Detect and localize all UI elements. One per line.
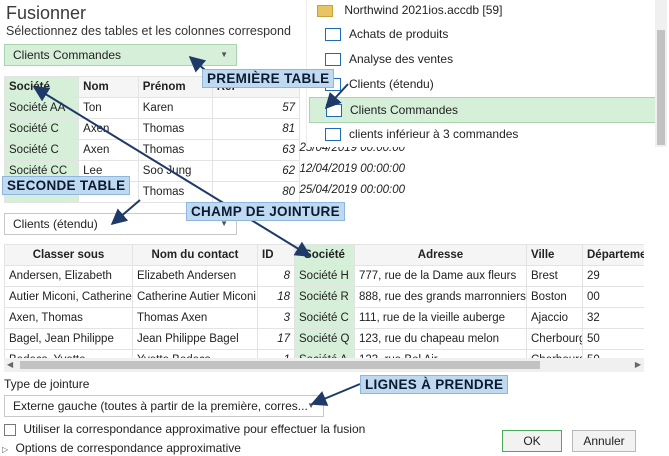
arrow-join-type: [310, 383, 361, 406]
callout-join-rows: LIGNES À PRENDRE: [360, 375, 509, 394]
annotation-arrows: [32, 55, 361, 406]
callout-first-table: PREMIÈRE TABLE: [202, 69, 335, 88]
callout-join-field: CHAMP DE JOINTURE: [186, 202, 345, 221]
callout-second-table: SECONDE TABLE: [2, 176, 131, 195]
arrow-join-field: [32, 86, 312, 257]
arrow-second-table: [110, 199, 141, 226]
